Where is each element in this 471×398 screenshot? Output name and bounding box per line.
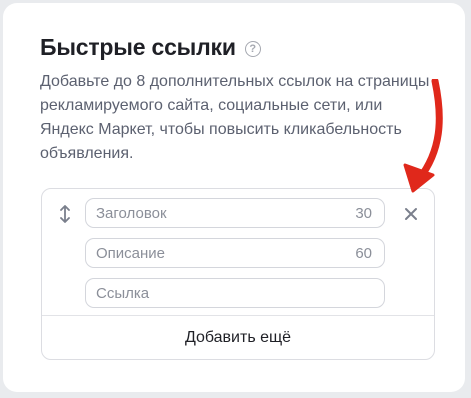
close-icon[interactable]: [404, 207, 418, 221]
section-description: Добавьте до 8 дополнительных ссылок на с…: [40, 73, 430, 162]
link-title-char-limit: 30: [355, 204, 372, 222]
link-url-input[interactable]: Ссылка: [85, 278, 385, 308]
link-title-placeholder: Заголовок: [96, 204, 167, 222]
link-description-input[interactable]: Описание 60: [85, 238, 385, 268]
section-title: Быстрые ссылки: [40, 34, 236, 60]
add-more-button[interactable]: Добавить ещё: [42, 316, 434, 360]
quick-link-editor: Заголовок 30 Описание 60 Ссылка Добавить…: [41, 188, 435, 360]
help-icon[interactable]: ?: [244, 40, 261, 57]
red-arrow-annotation: [403, 79, 443, 193]
link-description-placeholder: Описание: [96, 244, 166, 262]
drag-vertical-icon[interactable]: [59, 205, 71, 223]
quick-links-card: Быстрые ссылки ? Добавьте до 8 дополните…: [3, 3, 465, 392]
link-url-placeholder: Ссылка: [96, 284, 150, 302]
link-title-input[interactable]: Заголовок 30: [85, 198, 385, 228]
title-row: Быстрые ссылки ?: [40, 34, 261, 61]
link-description-char-limit: 60: [355, 244, 372, 262]
